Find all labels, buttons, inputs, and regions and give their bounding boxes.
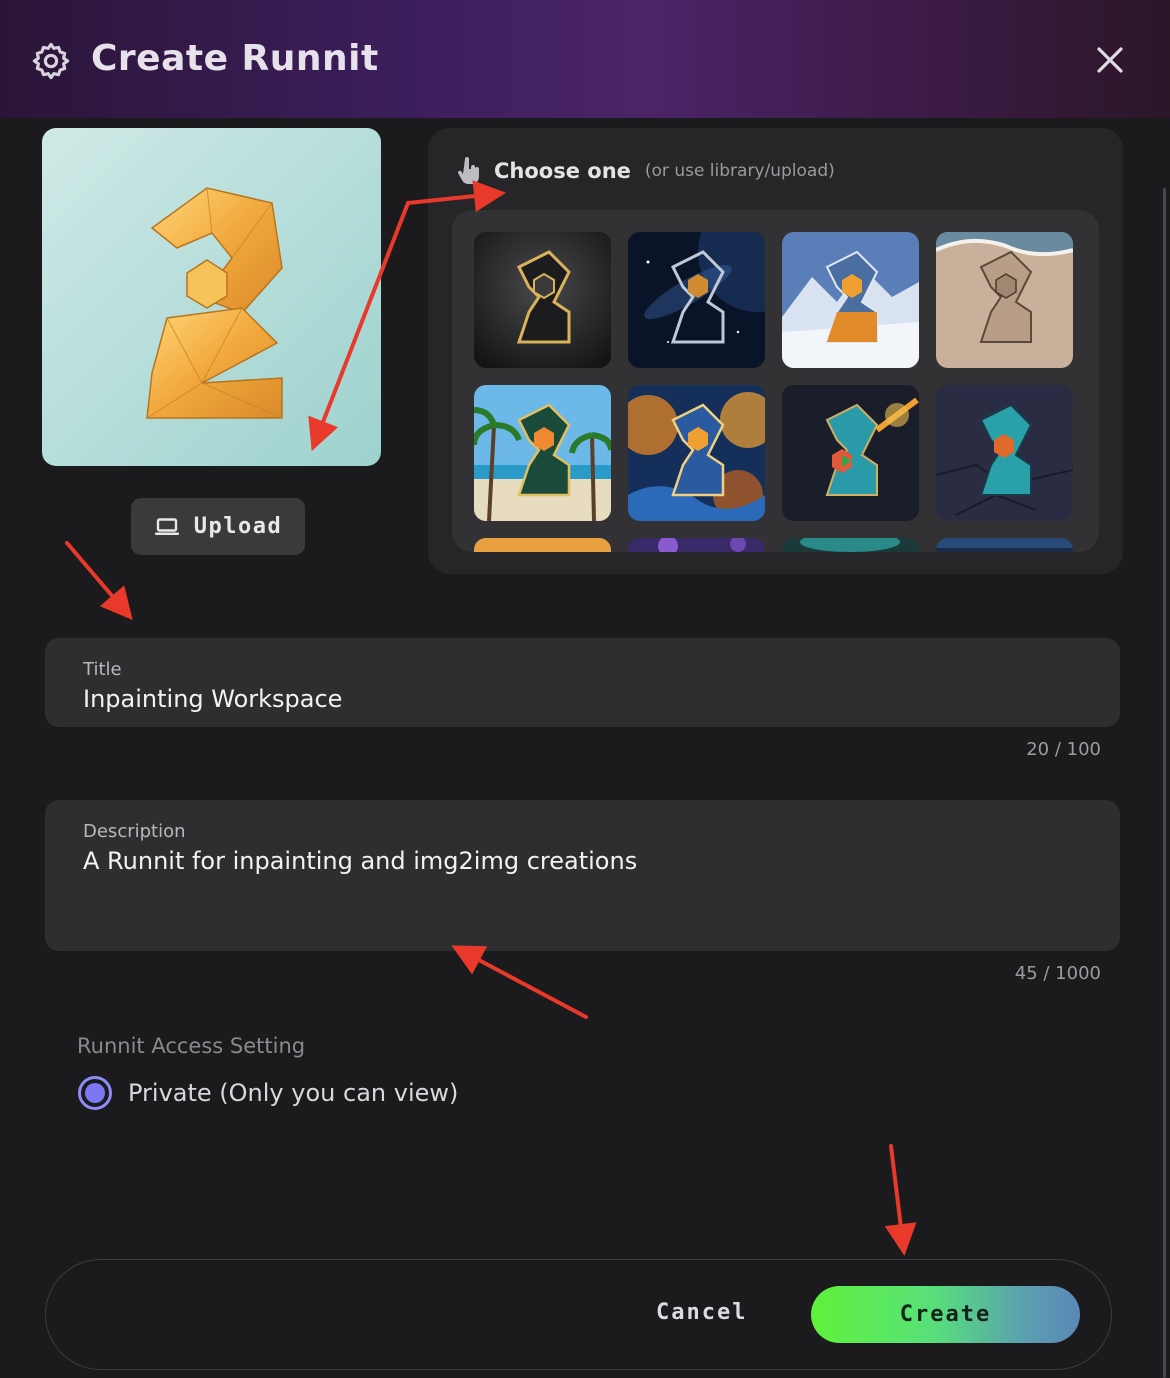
chooser-header: Choose one (or use library/upload) <box>456 156 835 186</box>
title-field[interactable]: Title Inpainting Workspace <box>45 638 1120 727</box>
upload-button-label: Upload <box>193 514 283 539</box>
radio-button[interactable] <box>78 1076 112 1110</box>
thumbnail-teal-stone[interactable] <box>936 385 1073 521</box>
thumbnail-row3-1[interactable] <box>474 538 611 552</box>
title-field-label: Title <box>83 659 122 680</box>
thumbnail-sand-beach[interactable] <box>936 232 1073 368</box>
thumbnail-fire-water[interactable] <box>628 385 765 521</box>
description-field-value[interactable]: A Runnit for inpainting and img2img crea… <box>83 847 637 875</box>
thumbnail-teal-spark[interactable] <box>782 385 919 521</box>
gear-icon <box>32 42 70 80</box>
dialog-footer: Cancel Create <box>45 1259 1112 1370</box>
create-button-label: Create <box>899 1302 992 1327</box>
thumbnail-row3-2[interactable] <box>628 538 765 552</box>
description-field-label: Description <box>83 821 186 842</box>
scrollbar[interactable] <box>1163 188 1166 1378</box>
thumbnail-row3-4[interactable] <box>936 538 1073 552</box>
create-button[interactable]: Create <box>811 1286 1080 1343</box>
private-radio-option[interactable]: Private (Only you can view) <box>78 1076 458 1110</box>
pointer-hand-icon <box>457 157 479 184</box>
description-char-counter: 45 / 1000 <box>1014 963 1101 984</box>
upload-button[interactable]: Upload <box>131 498 305 555</box>
description-field[interactable]: Description A Runnit for inpainting and … <box>45 800 1120 951</box>
cancel-button[interactable]: Cancel <box>656 1300 747 1325</box>
title-field-value[interactable]: Inpainting Workspace <box>83 685 342 713</box>
access-setting-label: Runnit Access Setting <box>77 1034 306 1058</box>
arrow-to-title <box>65 541 133 621</box>
create-runnit-dialog: Create Runnit Upload Choose one (or use … <box>0 0 1170 1378</box>
thumbnail-space[interactable] <box>628 232 765 368</box>
dialog-header: Create Runnit <box>0 0 1170 118</box>
chooser-sublabel: (or use library/upload) <box>644 161 835 181</box>
close-icon[interactable] <box>1090 40 1130 80</box>
image-chooser-panel: Choose one (or use library/upload) <box>428 128 1123 574</box>
runnit-preview-image <box>42 128 381 466</box>
laptop-icon <box>154 517 179 535</box>
chooser-label: Choose one <box>494 159 631 183</box>
arrow-to-description <box>451 945 588 1019</box>
title-char-counter: 20 / 100 <box>1026 739 1101 760</box>
thumbnail-grid[interactable] <box>452 210 1099 552</box>
arrow-to-create <box>884 1144 917 1256</box>
dialog-title: Create Runnit <box>91 38 379 79</box>
thumbnail-dark-gold[interactable] <box>474 232 611 368</box>
private-radio-label: Private (Only you can view) <box>128 1079 459 1107</box>
thumbnail-row3-3[interactable] <box>782 538 919 552</box>
thumbnail-snowy-mountain[interactable] <box>782 232 919 368</box>
thumbnail-tropical-palm[interactable] <box>474 385 611 521</box>
